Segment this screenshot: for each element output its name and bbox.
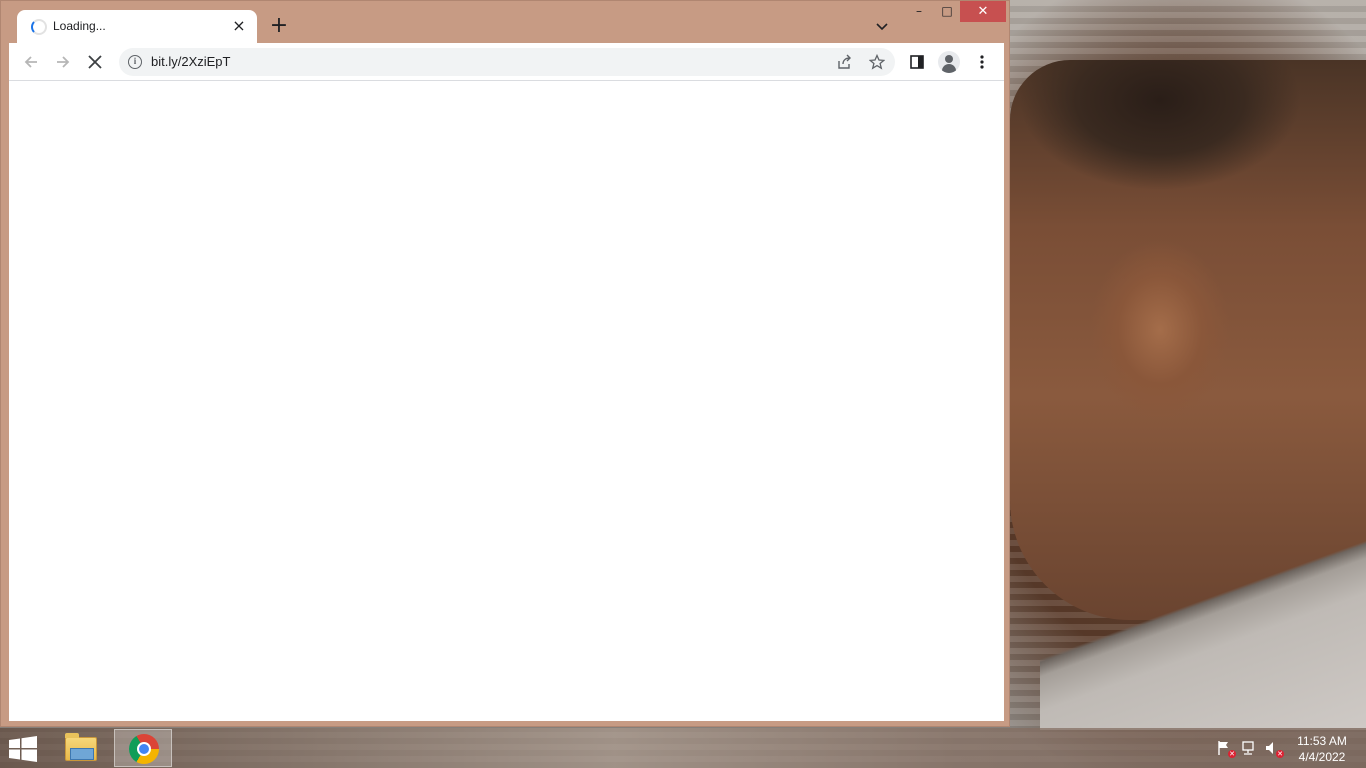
muted-badge-icon: ✕	[1276, 750, 1284, 758]
stop-button[interactable]	[83, 50, 107, 74]
chrome-menu-button[interactable]	[970, 50, 994, 74]
folder-icon	[65, 733, 97, 761]
profile-icon	[938, 51, 960, 73]
volume-muted-icon[interactable]: ✕	[1263, 740, 1284, 758]
taskbar-chrome[interactable]	[114, 729, 172, 767]
chrome-icon	[129, 734, 159, 764]
star-icon[interactable]	[867, 52, 887, 72]
stop-icon	[88, 55, 102, 69]
more-vertical-icon	[980, 55, 984, 69]
taskbar: ✕ ✕ 11:53 AM 4/4/2022	[0, 728, 1366, 768]
tab-search-button[interactable]	[871, 17, 893, 37]
info-icon[interactable]: i	[128, 55, 142, 69]
chevron-down-icon	[876, 23, 888, 31]
title-bar[interactable]: Loading... × + – □ ✕	[1, 1, 1009, 44]
share-icon[interactable]	[835, 52, 855, 72]
error-badge-icon: ✕	[1228, 750, 1236, 758]
windows-logo-icon	[9, 736, 37, 762]
clock-date: 4/4/2022	[1298, 750, 1346, 764]
arrow-left-icon	[24, 56, 37, 68]
plus-icon: +	[269, 13, 289, 38]
close-window-button[interactable]: ✕	[960, 1, 1006, 22]
chrome-window: Loading... × + – □ ✕ i bit.ly/2XziEpT	[0, 0, 1010, 727]
clock-time: 11:53 AM	[1297, 734, 1347, 748]
page-content[interactable]	[9, 81, 1004, 721]
profile-button[interactable]	[937, 50, 961, 74]
network-icon[interactable]	[1239, 740, 1257, 756]
browser-tab[interactable]: Loading... ×	[17, 10, 257, 44]
new-tab-button[interactable]: +	[267, 15, 291, 39]
minimize-button[interactable]: –	[905, 1, 933, 22]
start-button[interactable]	[8, 736, 38, 762]
side-panel-icon	[910, 55, 924, 69]
action-center-flag-icon[interactable]: ✕	[1215, 740, 1236, 758]
maximize-button[interactable]: □	[933, 1, 961, 22]
tab-title: Loading...	[53, 19, 106, 33]
wallpaper-photo-collar	[1040, 500, 1366, 730]
arrow-right-icon	[57, 56, 70, 68]
back-button[interactable]	[19, 50, 43, 74]
close-icon[interactable]: ×	[229, 16, 249, 36]
address-bar[interactable]: i bit.ly/2XziEpT	[119, 48, 895, 76]
system-clock[interactable]: 11:53 AM 4/4/2022	[1288, 733, 1356, 765]
forward-button[interactable]	[51, 50, 75, 74]
url-text[interactable]: bit.ly/2XziEpT	[151, 54, 230, 69]
taskbar-file-explorer[interactable]	[52, 729, 110, 767]
side-panel-button[interactable]	[905, 50, 929, 74]
loading-spinner-icon	[31, 19, 47, 35]
browser-toolbar: i bit.ly/2XziEpT	[9, 43, 1004, 81]
